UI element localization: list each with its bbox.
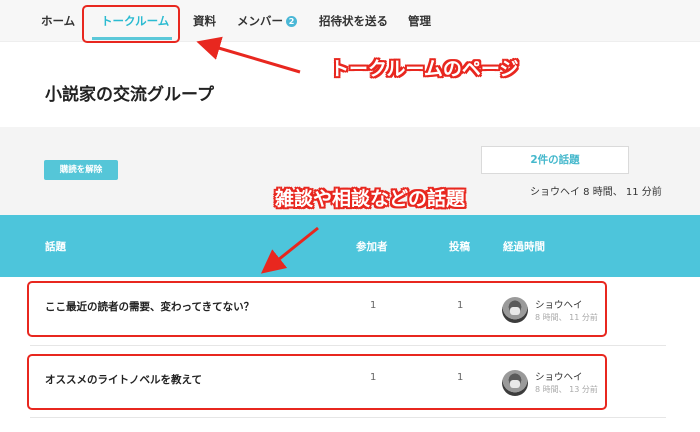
talkroom-highlight-box (82, 5, 180, 43)
nav-admin[interactable]: 管理 (408, 13, 431, 29)
header-participants: 参加者 (356, 241, 388, 253)
table-header (0, 215, 700, 277)
nav-members-label: メンバー (237, 14, 283, 28)
nav-send-invitation[interactable]: 招待状を送る (319, 13, 388, 29)
members-count-badge: 2 (286, 16, 297, 27)
nav-home[interactable]: ホーム (41, 13, 75, 29)
talkroom-callout: トークルームのページ (330, 58, 519, 80)
latest-activity: ショウヘイ 8 時間、 11 分前 (530, 187, 662, 198)
nav-documents[interactable]: 資料 (193, 13, 216, 29)
page-title: 小説家の交流グループ (45, 85, 214, 105)
unsubscribe-button[interactable]: 購読を解除 (44, 160, 118, 180)
nav-members[interactable]: メンバー 2 (237, 13, 297, 29)
row-divider (30, 345, 666, 346)
topic-highlight-box (27, 281, 607, 337)
header-elapsed: 経過時間 (503, 241, 545, 253)
header-topic: 話題 (45, 241, 66, 253)
row-divider (30, 417, 666, 418)
arrow-to-talkroom-icon (196, 36, 301, 74)
topics-callout: 雑談や相談などの話題 (275, 188, 466, 210)
header-posts: 投稿 (449, 241, 470, 253)
topic-count-box: 2件の話題 (481, 146, 629, 174)
topic-highlight-box (27, 354, 607, 410)
